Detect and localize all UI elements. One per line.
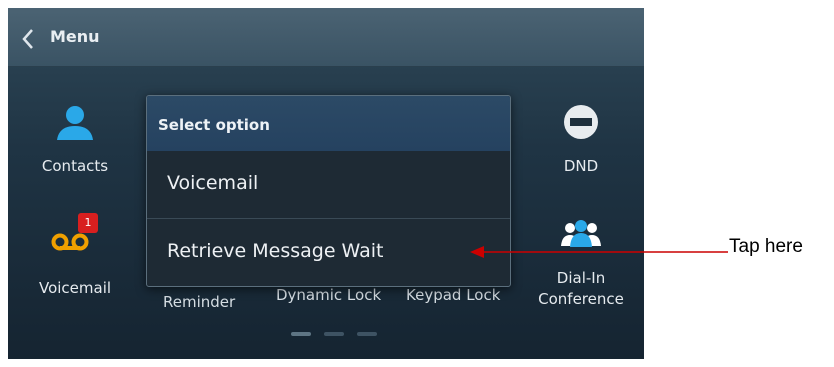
page-dot	[324, 332, 344, 336]
contacts-label: Contacts	[41, 157, 109, 175]
dial-in-label-line2: Conference	[538, 290, 624, 308]
dial-in-label-line1: Dial-In	[556, 269, 606, 287]
notification-badge: 1	[78, 213, 98, 233]
back-chevron-icon[interactable]	[20, 28, 36, 50]
page-dot	[291, 332, 311, 336]
reminder-label: Reminder	[163, 293, 236, 311]
callout-arrow	[470, 246, 728, 258]
page-dot	[357, 332, 377, 336]
page-indicator	[291, 332, 381, 338]
contacts-app[interactable]: Contacts	[30, 102, 120, 177]
keypad-lock-label: Keypad Lock	[406, 286, 501, 304]
do-not-disturb-icon	[564, 105, 598, 139]
dialog-title: Select option	[147, 96, 510, 151]
tap-here-annotation: Tap here	[729, 236, 803, 257]
dial-in-conference-app[interactable]: Dial-In Conference	[526, 218, 636, 310]
dynamic-lock-label: Dynamic Lock	[276, 286, 382, 304]
contacts-icon	[57, 106, 93, 140]
voicemail-icon	[51, 233, 89, 251]
top-bar: Menu	[8, 8, 644, 67]
voicemail-app[interactable]: 1 Voicemail	[30, 213, 120, 299]
phone-screen: Menu Contacts 1 Voicemail DND Dial-In Co…	[8, 8, 644, 359]
voicemail-label: Voicemail	[38, 279, 112, 297]
voicemail-icon-wrap: 1	[45, 213, 105, 258]
option-voicemail[interactable]: Voicemail	[147, 151, 510, 219]
page-title: Menu	[50, 27, 100, 46]
option-retrieve-message-wait[interactable]: Retrieve Message Wait	[147, 219, 510, 286]
conference-icon	[561, 220, 601, 247]
select-option-dialog: Select option Voicemail Retrieve Message…	[146, 95, 511, 287]
dnd-app[interactable]: DND	[536, 102, 626, 177]
dnd-label: DND	[563, 157, 599, 175]
